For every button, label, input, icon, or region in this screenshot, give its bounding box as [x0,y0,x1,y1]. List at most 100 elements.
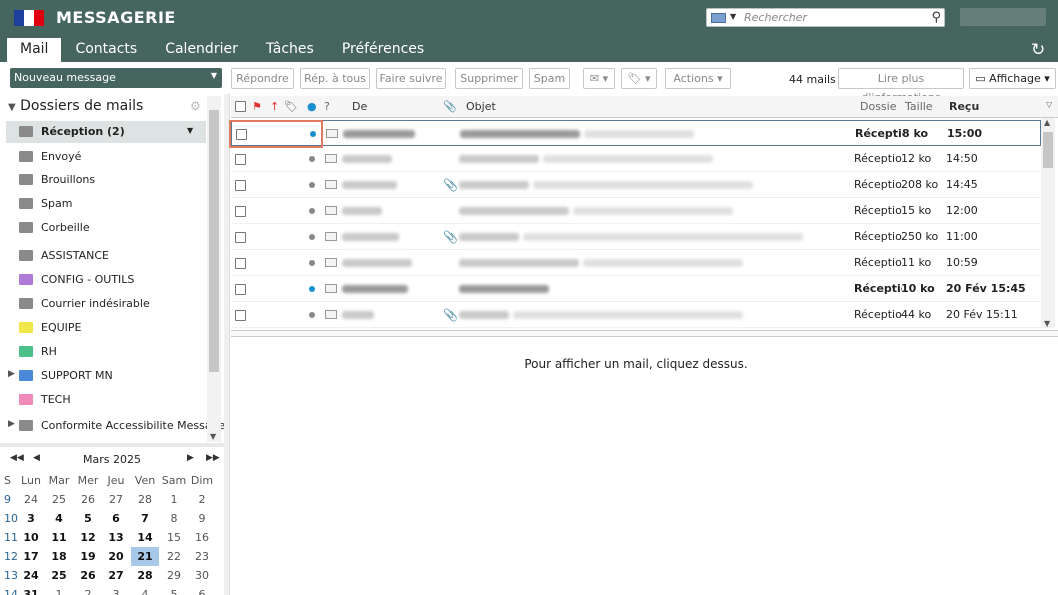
calendar-day[interactable]: 28 [131,566,159,585]
tab-preferences[interactable]: Préférences [328,38,438,62]
sidebar-item-folder[interactable]: TECH [0,389,206,411]
calendar-day[interactable]: 2 [188,490,216,509]
mail-list-scrollbar[interactable]: ▲ ▼ [1041,118,1055,328]
calendar-day[interactable]: 6 [188,585,216,595]
next-year-icon[interactable]: ▶▶ [206,453,220,463]
forward-button[interactable]: Faire suivre [376,68,446,89]
table-row[interactable]: Réception12 ko 14:50 [231,146,1041,172]
calendar-day[interactable]: 31 [17,585,45,595]
tag-button[interactable]: 🏷 ▾ [621,68,657,89]
calendar-day[interactable]: 1 [160,490,188,509]
calendar-day[interactable]: 28 [131,490,159,509]
preview-splitter[interactable] [231,330,1058,337]
calendar-day[interactable]: 30 [188,566,216,585]
calendar-day[interactable]: 8 [160,509,188,528]
calendar-day[interactable]: 4 [131,585,159,595]
column-subject[interactable]: Objet [466,100,496,113]
column-from[interactable]: De [352,100,367,113]
select-all-checkbox[interactable] [235,101,246,112]
scroll-down-icon[interactable]: ▼ [210,432,216,441]
reply-all-button[interactable]: Rép. à tous [300,68,370,89]
vertical-splitter[interactable] [224,94,230,595]
calendar-day[interactable]: 26 [74,566,102,585]
sidebar-item-folder[interactable]: Brouillons [0,169,206,191]
spam-button[interactable]: Spam [529,68,570,89]
folder-scrollbar[interactable]: ▼ [207,96,221,442]
calendar-day[interactable]: 23 [188,547,216,566]
row-checkbox[interactable] [235,180,246,191]
row-checkbox[interactable] [235,206,246,217]
calendar-day[interactable]: 9 [188,509,216,528]
calendar-day[interactable]: 22 [160,547,188,566]
chevron-down-icon[interactable]: ▼ [730,12,736,21]
read-status-icon[interactable] [309,234,315,240]
user-menu[interactable] [960,8,1046,26]
calendar-day[interactable]: 7 [131,509,159,528]
column-options-icon[interactable]: ▽ [1046,100,1052,109]
calendar-day[interactable]: 29 [160,566,188,585]
collapse-icon[interactable]: ▼ [8,102,16,113]
calendar-day[interactable]: 24 [17,490,45,509]
status-column-icon[interactable]: ? [324,100,330,113]
search-input[interactable]: Rechercher [744,11,807,24]
search-icon[interactable]: ⚲ [931,10,941,25]
sidebar-item-folder[interactable]: Envoyé [0,146,206,168]
table-row[interactable]: Réception10 ko 20 Fév 15:45 [231,276,1041,302]
folders-title[interactable]: ▼ Dossiers de mails [8,98,143,114]
calendar-day[interactable]: 26 [74,490,102,509]
calendar-day[interactable]: 10 [17,528,45,547]
calendar-day[interactable]: 13 [102,528,130,547]
calendar-day[interactable]: 5 [160,585,188,595]
sidebar-item-folder[interactable]: EQUIPE [0,317,206,339]
calendar-day[interactable]: 19 [74,547,102,566]
calendar-day[interactable]: 3 [17,509,45,528]
tag-column-icon[interactable]: 🏷 [284,100,298,113]
read-status-icon[interactable] [309,156,315,162]
calendar-day[interactable]: 27 [102,566,130,585]
new-message-button[interactable]: Nouveau message ▼ [10,68,222,88]
tab-tasks[interactable]: Tâches [252,38,328,62]
calendar-day[interactable]: 25 [45,566,73,585]
calendar-day[interactable]: 1 [45,585,73,595]
calendar-day[interactable]: 3 [102,585,130,595]
calendar-day[interactable]: 18 [45,547,73,566]
row-checkbox[interactable] [235,232,246,243]
scroll-thumb[interactable] [209,110,219,372]
unread-column-icon[interactable]: ● [307,100,317,113]
sidebar-item-folder[interactable]: ASSISTANCE [0,245,206,267]
table-row[interactable]: Réception15 ko 12:00 [231,198,1041,224]
panel-splitter[interactable] [0,443,224,447]
calendar-day[interactable]: 14 [131,528,159,547]
chevron-down-icon[interactable]: ▼ [211,71,217,80]
calendar-day[interactable]: 25 [45,490,73,509]
tab-contacts[interactable]: Contacts [61,38,151,62]
read-status-icon[interactable] [309,208,315,214]
mark-button[interactable]: ✉ ▾ [583,68,615,89]
calendar-day[interactable]: 27 [102,490,130,509]
table-row[interactable]: 📎 Réception208 ko 14:45 [231,172,1041,198]
read-status-icon[interactable] [309,286,315,292]
row-checkbox[interactable] [235,258,246,269]
sidebar-item-folder[interactable]: Réception (2) ▼ [6,121,206,143]
column-received[interactable]: Reçu [949,100,979,113]
scroll-thumb[interactable] [1043,132,1053,168]
table-row[interactable]: Réception8 ko 15:00 [231,120,1041,146]
scroll-up-icon[interactable]: ▲ [1044,118,1050,127]
actions-button[interactable]: Actions ▾ [665,68,731,89]
calendar-day[interactable]: 6 [102,509,130,528]
display-button[interactable]: ▭ Affichage ▾ [969,68,1056,89]
expand-icon[interactable]: ▶ [8,419,15,429]
row-checkbox[interactable] [235,310,246,321]
sidebar-item-folder[interactable]: ▶ Conformite Accessibilite Messager [0,415,230,437]
priority-icon[interactable]: ↑ [270,100,279,113]
refresh-icon[interactable]: ↻ [1031,40,1045,60]
calendar-day[interactable]: 4 [45,509,73,528]
scroll-down-icon[interactable]: ▼ [1044,319,1050,328]
calendar-day[interactable]: 12 [74,528,102,547]
more-info-button[interactable]: Lire plus d'informations [838,68,964,104]
column-size[interactable]: Taille [905,100,933,113]
sidebar-item-folder[interactable]: Corbeille [0,217,206,239]
attachment-column-icon[interactable]: 📎 [443,100,457,113]
row-checkbox[interactable] [235,154,246,165]
mail-scope-icon[interactable] [711,13,726,23]
